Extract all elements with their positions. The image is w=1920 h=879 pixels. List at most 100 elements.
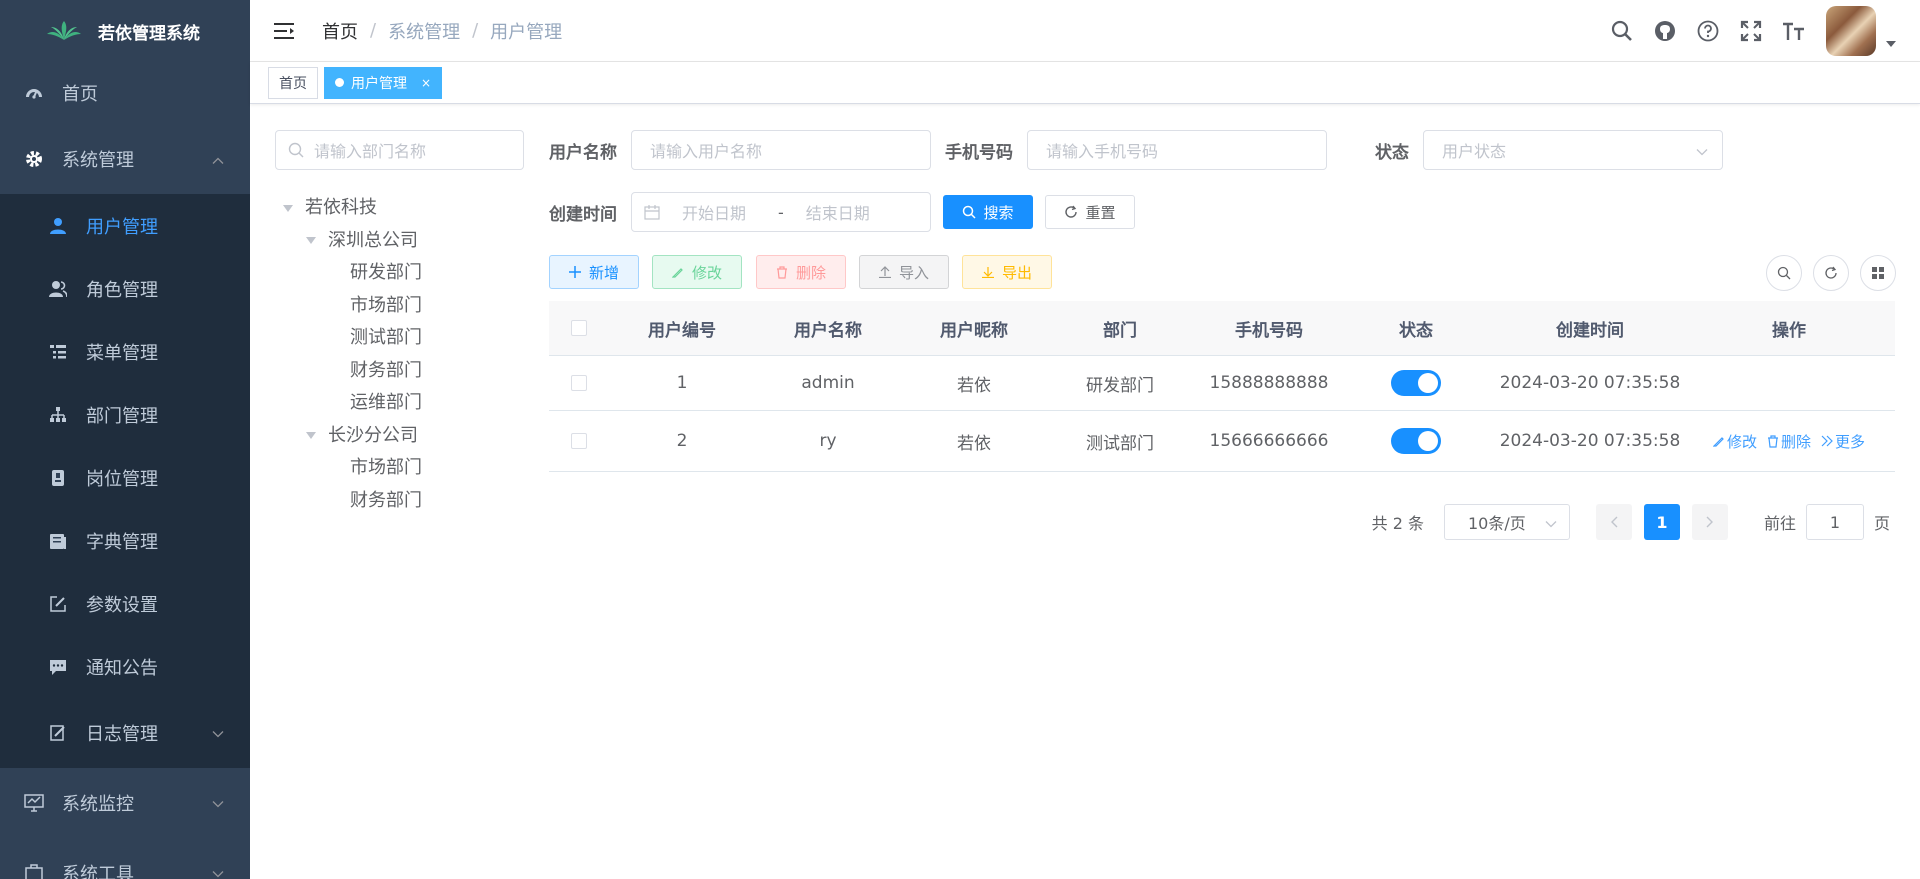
user-phone: 15666666666 [1209, 431, 1329, 451]
toggle-search-button[interactable] [1766, 255, 1802, 291]
tree-node[interactable]: 财务部门 [275, 483, 525, 516]
sidebar-item-dept[interactable]: 部门管理 [0, 383, 250, 446]
sidebar-item-role[interactable]: 角色管理 [0, 257, 250, 320]
export-button-label: 导出 [1001, 263, 1032, 282]
tree-node[interactable]: 研发部门 [275, 255, 525, 288]
grid-icon [1872, 267, 1884, 279]
sidebar-item-label: 日志管理 [86, 724, 158, 745]
message-icon [48, 657, 68, 677]
sidebar-item-system[interactable]: 系统管理 [0, 124, 250, 194]
active-dot-icon [335, 78, 344, 87]
date-range-picker[interactable]: 开始日期 - 结束日期 [631, 192, 931, 232]
edit-icon [48, 594, 68, 614]
table-row[interactable]: 2 ry 若依 测试部门 15666666666 2024-03-20 07:3… [549, 411, 1895, 472]
dept-search-input[interactable]: 请输入部门名称 [275, 130, 524, 170]
tree-node-label: 市场部门 [350, 457, 422, 479]
tree-node[interactable]: 运维部门 [275, 385, 525, 418]
delete-button[interactable]: 删除 [756, 255, 846, 289]
row-checkbox[interactable] [571, 433, 587, 449]
user-name: admin [801, 373, 855, 393]
status-toggle[interactable] [1391, 370, 1441, 396]
breadcrumb-item[interactable]: 首页 [322, 18, 358, 44]
fullscreen-icon[interactable] [1737, 17, 1765, 45]
tree-node[interactable]: 市场部门 [275, 450, 525, 483]
app-title: 若依管理系统 [98, 23, 200, 44]
sidebar-item-config[interactable]: 参数设置 [0, 572, 250, 635]
question-icon[interactable] [1694, 17, 1722, 45]
tree-node[interactable]: 若依科技 [275, 190, 525, 223]
caret-down-icon[interactable] [306, 423, 316, 444]
tree-node[interactable]: 长沙分公司 [275, 418, 525, 451]
sidebar-item-log[interactable]: 日志管理 [0, 698, 250, 768]
dict-icon [48, 531, 68, 551]
dept-tree: 若依科技 深圳总公司 研发部门 市场部门 测试部门 财务部门 运维部门 长沙分公… [275, 190, 525, 515]
sidebar-item-home[interactable]: 首页 [0, 62, 250, 124]
sidebar-item-user[interactable]: 用户管理 [0, 194, 250, 257]
column-header: 创建时间 [1556, 320, 1624, 341]
sidebar-item-dict[interactable]: 字典管理 [0, 509, 250, 572]
row-edit-link[interactable]: 修改 [1712, 431, 1757, 452]
export-button[interactable]: 导出 [962, 255, 1052, 289]
app-logo[interactable]: 若依管理系统 [0, 0, 250, 62]
tag-home[interactable]: 首页 [268, 66, 318, 99]
sidebar-item-label: 角色管理 [86, 279, 158, 301]
github-icon[interactable] [1651, 17, 1679, 45]
close-icon[interactable]: × [421, 76, 431, 90]
select-all-checkbox[interactable] [571, 320, 587, 336]
sidebar-item-tool[interactable]: 系统工具 [0, 838, 250, 879]
edit-button[interactable]: 修改 [652, 255, 742, 289]
pagination: 共 2 条 10条/页 1 前往 1 页 [1372, 504, 1890, 540]
refresh-button[interactable] [1813, 255, 1849, 291]
username-input[interactable]: 请输入用户名称 [631, 130, 931, 170]
page-size-select[interactable]: 10条/页 [1443, 504, 1570, 540]
tree-table-icon [48, 342, 68, 362]
status-toggle[interactable] [1391, 428, 1441, 454]
sidebar-item-notice[interactable]: 通知公告 [0, 635, 250, 698]
search-icon[interactable] [1608, 17, 1636, 45]
range-separator: - [778, 202, 784, 222]
import-button[interactable]: 导入 [859, 255, 949, 289]
phone-input[interactable]: 请输入手机号码 [1027, 130, 1327, 170]
tree-node[interactable]: 财务部门 [275, 353, 525, 386]
row-checkbox[interactable] [571, 375, 587, 391]
caret-down-icon[interactable] [283, 196, 293, 217]
dashboard-icon [24, 83, 44, 103]
caret-down-icon[interactable] [306, 228, 316, 249]
refresh-icon [1825, 266, 1837, 279]
tree-node[interactable]: 市场部门 [275, 288, 525, 321]
sidebar-item-post[interactable]: 岗位管理 [0, 446, 250, 509]
column-header: 用户名称 [794, 320, 862, 341]
tree-node-label: 深圳总公司 [328, 229, 418, 251]
hamburger-icon[interactable] [270, 16, 300, 46]
sidebar-item-label: 菜单管理 [86, 342, 158, 364]
reset-button[interactable]: 重置 [1045, 195, 1135, 229]
tag-label: 首页 [279, 75, 307, 92]
submenu-system: 用户管理 角色管理 菜单管理 部门管理 岗位管理 字典管理 参数设置 通知公告 [0, 194, 250, 768]
columns-button[interactable] [1860, 255, 1896, 291]
row-delete-link[interactable]: 删除 [1767, 431, 1811, 452]
caret-down-icon[interactable] [1886, 35, 1896, 51]
status-select[interactable]: 用户状态 [1423, 130, 1723, 170]
search-icon [288, 142, 304, 158]
tree-node[interactable]: 深圳总公司 [275, 223, 525, 256]
next-page-button[interactable] [1691, 504, 1728, 540]
tree-node[interactable]: 测试部门 [275, 320, 525, 353]
page-number[interactable]: 1 [1643, 504, 1680, 540]
sidebar-item-monitor[interactable]: 系统监控 [0, 768, 250, 838]
column-header: 状态 [1399, 320, 1433, 341]
prev-page-button[interactable] [1595, 504, 1632, 540]
add-button[interactable]: 新增 [549, 255, 639, 289]
user-nickname: 若依 [957, 375, 991, 396]
trash-icon [776, 265, 787, 279]
sidebar-item-menu[interactable]: 菜单管理 [0, 320, 250, 383]
goto-page-input[interactable]: 1 [1805, 504, 1864, 540]
tree-node-label: 研发部门 [350, 262, 422, 284]
tag-user-management[interactable]: 用户管理 × [324, 66, 443, 99]
search-button[interactable]: 搜索 [943, 195, 1033, 229]
font-size-icon[interactable] [1780, 17, 1808, 45]
avatar[interactable] [1826, 6, 1876, 56]
username-label: 用户名称 [549, 142, 617, 163]
table-row[interactable]: 1 admin 若依 研发部门 15888888888 2024-03-20 0… [549, 356, 1895, 411]
row-more-link[interactable]: 更多 [1821, 431, 1865, 452]
navbar: 首页 / 系统管理 / 用户管理 [250, 0, 1920, 62]
